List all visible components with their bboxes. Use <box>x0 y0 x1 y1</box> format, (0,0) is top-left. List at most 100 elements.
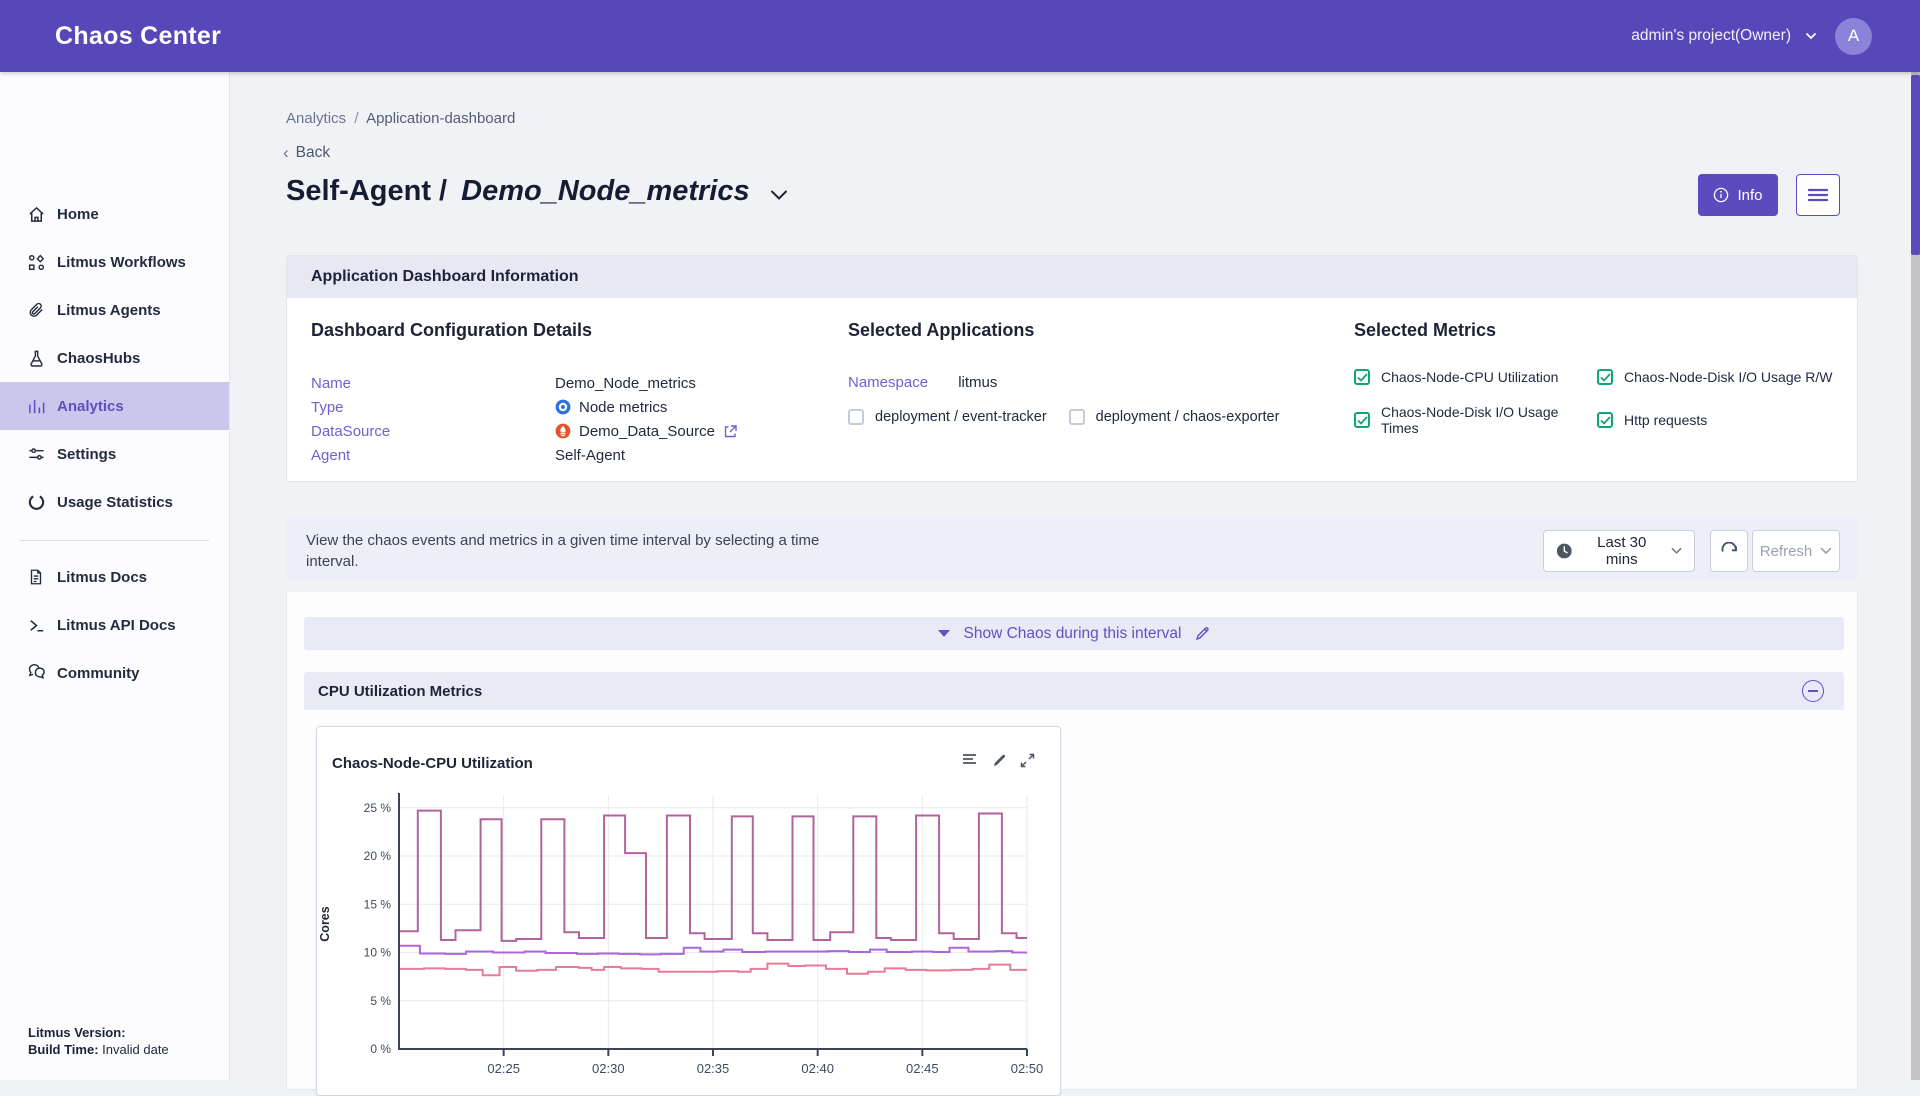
sidebar-item-label: Litmus API Docs <box>57 617 176 634</box>
check-icon <box>1357 373 1368 382</box>
sidebar-item-usage-statistics[interactable]: Usage Statistics <box>0 478 229 526</box>
sidebar-item-label: Usage Statistics <box>57 494 173 511</box>
checkbox-disk-io-rw[interactable] <box>1597 369 1613 385</box>
project-dropdown[interactable]: admin's project(Owner) <box>1631 27 1817 45</box>
time-range-dropdown[interactable]: Last 30 mins <box>1543 530 1695 572</box>
check-icon <box>1600 416 1611 425</box>
header-right: admin's project(Owner) A <box>1631 0 1872 72</box>
checkbox-label: Chaos-Node-CPU Utilization <box>1381 369 1558 385</box>
sidebar-item-label: Analytics <box>57 398 124 415</box>
sidebar-item-label: ChaosHubs <box>57 350 140 367</box>
svg-text:02:25: 02:25 <box>487 1061 520 1076</box>
avatar[interactable]: A <box>1835 18 1872 55</box>
sidebar-item-analytics[interactable]: Analytics <box>0 382 229 430</box>
svg-text:02:40: 02:40 <box>801 1061 834 1076</box>
checkbox-event-tracker[interactable] <box>848 409 864 425</box>
sidebar: Home Litmus Workflows Litmus Agents Chao… <box>0 72 230 1080</box>
info-button[interactable]: Info <box>1698 174 1778 216</box>
sidebar-item-litmus-agents[interactable]: Litmus Agents <box>0 286 229 334</box>
edit-pencil-icon[interactable] <box>1195 626 1210 641</box>
svg-text:10 %: 10 % <box>364 946 392 960</box>
breadcrumb: Analytics / Application-dashboard <box>286 110 515 127</box>
title-dashboard: Demo_Node_metrics <box>461 175 750 208</box>
refresh-icon <box>1720 542 1739 561</box>
sidebar-item-settings[interactable]: Settings <box>0 430 229 478</box>
sidebar-item-litmus-api-docs[interactable]: Litmus API Docs <box>0 601 229 649</box>
refresh-rate-dropdown[interactable]: Refresh <box>1752 530 1840 572</box>
show-chaos-label: Show Chaos during this interval <box>964 625 1182 643</box>
svg-text:15 %: 15 % <box>364 897 392 911</box>
config-label: Agent <box>311 447 555 464</box>
sidebar-item-litmus-workflows[interactable]: Litmus Workflows <box>0 238 229 286</box>
config-row-type: Type Node metrics <box>311 395 811 419</box>
home-icon <box>26 204 46 224</box>
svg-text:25 %: 25 % <box>364 801 392 815</box>
back-button[interactable]: ‹ Back <box>283 143 330 163</box>
sidebar-item-label: Community <box>57 665 140 682</box>
breadcrumb-analytics[interactable]: Analytics <box>286 110 346 127</box>
terminal-icon <box>26 615 46 635</box>
external-link-icon[interactable] <box>723 424 738 439</box>
svg-text:02:30: 02:30 <box>592 1061 625 1076</box>
check-icon <box>1600 373 1611 382</box>
time-interval-panel: View the chaos events and metrics in a g… <box>286 518 1858 580</box>
sidebar-divider <box>20 540 209 541</box>
chevron-left-icon: ‹ <box>283 143 289 163</box>
cpu-utilization-chart: 02:2502:3002:3502:4002:4502:500 %5 %10 %… <box>317 727 1062 1087</box>
chevron-down-icon <box>1820 547 1832 555</box>
prometheus-icon <box>555 423 571 439</box>
sidebar-item-community[interactable]: Community <box>0 649 229 697</box>
node-metrics-icon <box>555 399 571 415</box>
checkbox-cpu-utilization[interactable] <box>1354 369 1370 385</box>
section-title: CPU Utilization Metrics <box>318 683 482 700</box>
scrollbar-thumb[interactable] <box>1911 75 1920 255</box>
config-label: Type <box>311 399 555 416</box>
config-value: Demo_Node_metrics <box>555 375 696 392</box>
checkbox-label: Chaos-Node-Disk I/O Usage R/W <box>1624 369 1833 385</box>
dashboard-configuration-details: Dashboard Configuration Details Name Dem… <box>311 320 811 467</box>
info-card-header-title: Application Dashboard Information <box>311 268 579 286</box>
checkbox-disk-io-times[interactable] <box>1354 412 1370 428</box>
build-time-label: Build Time: <box>28 1042 99 1057</box>
time-range-label: Last 30 mins <box>1583 534 1661 568</box>
version-info: Litmus Version: Build Time: Invalid date <box>28 1024 169 1058</box>
chevron-down-icon <box>1805 30 1817 42</box>
refresh-button[interactable] <box>1710 530 1748 572</box>
config-row-name: Name Demo_Node_metrics <box>311 371 811 395</box>
show-chaos-toggle[interactable]: Show Chaos during this interval <box>304 617 1844 650</box>
minus-icon <box>1808 690 1818 692</box>
build-time-value: Invalid date <box>102 1042 169 1057</box>
refresh-rate-label: Refresh <box>1760 543 1813 560</box>
application-dashboard-information-card: Application Dashboard Information Dashbo… <box>286 255 1858 482</box>
check-icon <box>1357 416 1368 425</box>
table-view-toggle-button[interactable] <box>1796 174 1840 216</box>
page: Chaos Center admin's project(Owner) A Ho… <box>0 0 1920 1080</box>
checkbox-label: Http requests <box>1624 412 1707 428</box>
config-heading: Dashboard Configuration Details <box>311 320 811 341</box>
collapse-section-button[interactable] <box>1802 680 1824 702</box>
checkbox-chaos-exporter[interactable] <box>1069 409 1085 425</box>
checkbox-http-requests[interactable] <box>1597 412 1613 428</box>
selected-metrics: Selected Metrics Chaos-Node-CPU Utilizat… <box>1354 320 1854 436</box>
svg-text:02:45: 02:45 <box>906 1061 939 1076</box>
time-interval-description: View the chaos events and metrics in a g… <box>306 530 846 572</box>
hamburger-icon <box>1808 188 1828 202</box>
breadcrumb-current: Application-dashboard <box>366 110 515 127</box>
config-label: DataSource <box>311 423 555 440</box>
sidebar-item-chaoshubs[interactable]: ChaosHubs <box>0 334 229 382</box>
chat-bubbles-icon <box>26 663 46 683</box>
namespace-value: litmus <box>958 374 997 391</box>
config-value: Node metrics <box>579 399 667 416</box>
svg-text:02:50: 02:50 <box>1011 1061 1044 1076</box>
metric-check-item: Http requests <box>1597 404 1854 436</box>
sidebar-item-litmus-docs[interactable]: Litmus Docs <box>0 553 229 601</box>
config-label: Name <box>311 375 555 392</box>
svg-text:5 %: 5 % <box>370 994 391 1008</box>
sidebar-item-home[interactable]: Home <box>0 190 229 238</box>
title-chevron-down-icon[interactable] <box>770 189 788 201</box>
flask-icon <box>26 348 46 368</box>
app-header: Chaos Center admin's project(Owner) A <box>0 0 1920 72</box>
paperclip-icon <box>26 300 46 320</box>
info-icon <box>1713 187 1729 203</box>
info-label: Info <box>1737 187 1762 204</box>
